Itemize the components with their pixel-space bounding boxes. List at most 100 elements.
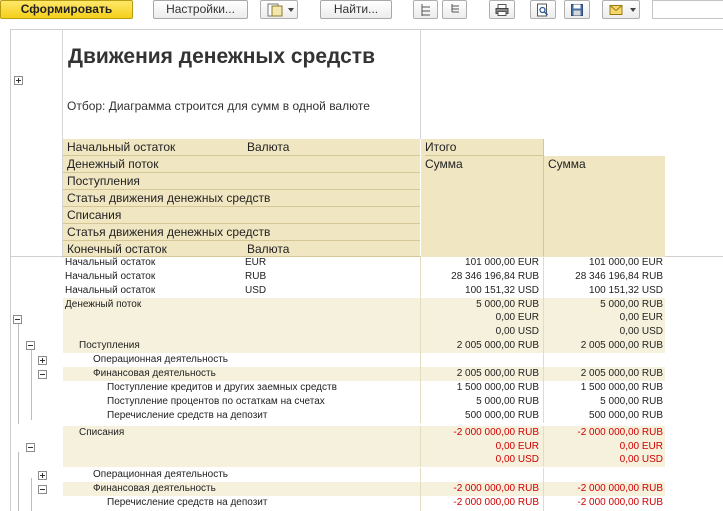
preview-button[interactable] [530,0,556,19]
header-cash-item: Статья движения денежных средств [63,190,420,207]
collapse-minus-icon[interactable] [26,443,35,452]
group-view-button[interactable] [442,0,467,19]
period-value: -2 000 000,00 RUB [577,497,663,508]
search-input[interactable] [652,0,723,19]
table-row: Операционная деятельность [63,353,665,367]
total-value: 500 000,00 RUB [465,410,539,421]
collapse-minus-icon[interactable] [38,370,47,379]
total-value: -2 000 000,00 RUB [453,427,539,438]
floppy-disk-icon [571,3,583,16]
total-value: 101 000,00 EUR [465,257,539,268]
period-value: 0,00 USD [619,454,663,465]
generate-button[interactable]: Сформировать [0,0,133,19]
row-label: Перечисление средств на депозит [107,410,268,421]
row-label: Финансовая деятельность [93,483,216,494]
row-label: Операционная деятельность [93,354,228,365]
header-sum: Сумма [548,157,586,171]
total-value: 0,00 EUR [495,441,539,452]
total-value: 1 500 000,00 RUB [456,382,539,393]
total-value: 28 346 196,84 RUB [451,271,539,282]
table-row: Начальный остаток RUB 28 346 196,84 RUB … [63,270,665,284]
print-button[interactable] [489,0,515,19]
envelope-icon [609,4,623,15]
variant-dropdown-button[interactable] [260,0,298,19]
toolbar: Сформировать Настройки... Найти... [0,0,723,22]
total-value: 2 005 000,00 RUB [456,340,539,351]
table-row: Перечисление средств на депозит 500 000,… [63,409,665,423]
report-variant-icon [267,3,283,16]
magnifier-page-icon [537,3,549,16]
header-closing-balance: Конечный остаток [63,241,243,257]
table-row: Начальный остаток EUR 101 000,00 EUR 101… [63,256,665,270]
row-label: Поступления [79,340,140,351]
row-currency: USD [245,285,267,296]
send-mail-button[interactable] [602,0,640,19]
expand-plus-icon[interactable] [14,76,23,85]
period-value: 101 000,00 EUR [589,257,663,268]
row-label: Начальный остаток [65,271,156,282]
period-value: 0,00 EUR [619,441,663,452]
period-value: 1 500 000,00 RUB [580,382,663,393]
chevron-down-icon [288,8,294,12]
collapse-minus-icon[interactable] [13,315,22,324]
period-value: 5 000,00 RUB [600,299,663,310]
header-receipts: Поступления [63,173,420,190]
total-value: 2 005 000,00 RUB [456,368,539,379]
total-value: 5 000,00 RUB [476,396,539,407]
table-row-receipts: Поступления 2 005 000,00 RUB 2 005 000,0… [63,339,665,353]
column-divider [543,139,544,257]
row-currency: RUB [245,271,267,282]
period-value: 2 005 000,00 RUB [580,368,663,379]
group-icon [451,3,459,12]
row-label: Поступление процентов по остаткам на сче… [107,396,325,407]
row-label: Поступление кредитов и других заемных ср… [107,382,337,393]
collapse-minus-icon[interactable] [38,485,47,494]
save-button[interactable] [564,0,590,19]
table-row: Финансовая деятельность 2 005 000,00 RUB… [63,367,665,381]
table-row: Поступление кредитов и других заемных ср… [63,381,665,395]
table-row-payments: Списания -2 000 000,00 RUB -2 000 000,00… [63,426,665,467]
period-value: 500 000,00 RUB [589,410,663,421]
period-value: 2 005 000,00 RUB [580,340,663,351]
row-label: Начальный остаток [65,257,156,268]
column-divider [420,29,421,139]
header-total-column: Итого Сумма [421,139,543,257]
settings-button[interactable]: Настройки... [153,0,248,19]
header-currency: Валюта [243,139,420,156]
tree-view-button[interactable] [413,0,438,19]
header-period-column: Сумма [544,156,665,257]
period-value: -2 000 000,00 RUB [577,427,663,438]
printer-icon [495,3,509,16]
period-value: -2 000 000,00 RUB [577,483,663,494]
row-label: Финансовая деятельность [93,368,216,379]
total-value: -2 000 000,00 RUB [453,483,539,494]
header-total: Итого [425,139,543,156]
table-row: Финансовая деятельность -2 000 000,00 RU… [63,482,665,496]
header-cash-flow: Денежный поток [63,156,420,173]
header-sum: Сумма [425,157,463,171]
period-value: 0,00 USD [619,326,663,337]
period-value: 100 151,32 USD [589,285,663,296]
report-title: Движения денежных средств [68,45,375,68]
table-row-cash-flow: Денежный поток 5 000,00 RUB 5 000,00 RUB… [63,298,665,339]
table-row: Операционная деятельность [63,468,665,482]
expand-plus-icon[interactable] [38,356,47,365]
table-row: Перечисление средств на депозит -2 000 0… [63,496,665,511]
row-label: Перечисление средств на депозит [107,497,268,508]
find-button[interactable]: Найти... [320,0,392,19]
header-payments: Списания [63,207,420,224]
total-value: 100 151,32 USD [465,285,539,296]
expand-plus-icon[interactable] [38,471,47,480]
total-value: 5 000,00 RUB [476,299,539,310]
table-row: Поступление процентов по остаткам на сче… [63,395,665,409]
row-label: Начальный остаток [65,285,156,296]
total-value: 0,00 USD [495,454,539,465]
period-value: 28 346 196,84 RUB [575,271,663,282]
period-value: 0,00 EUR [619,312,663,323]
row-label: Денежный поток [65,299,142,310]
report-filter: Отбор: Диаграмма строится для сумм в одн… [67,99,370,113]
row-currency: EUR [245,257,267,268]
collapse-minus-icon[interactable] [26,341,35,350]
header-cash-item: Статья движения денежных средств [63,224,420,241]
row-label: Операционная деятельность [93,469,228,480]
